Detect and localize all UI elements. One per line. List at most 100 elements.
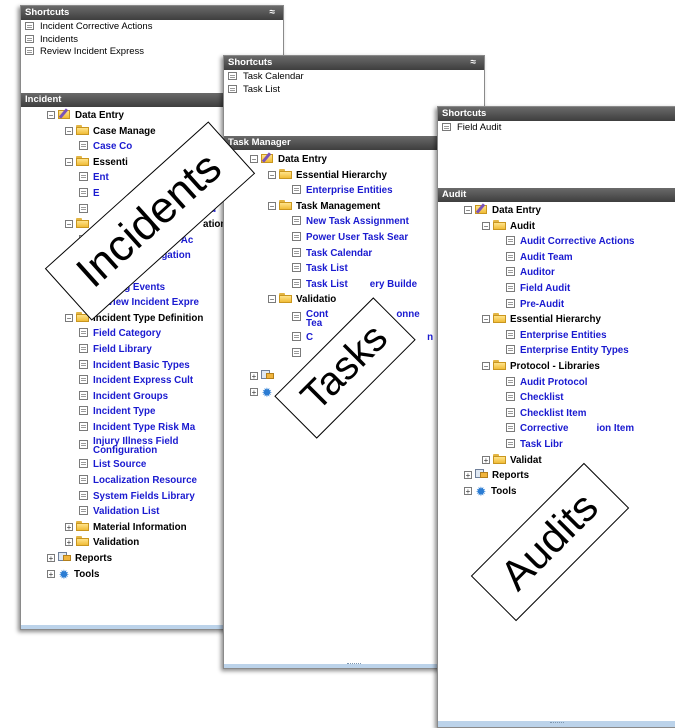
collapse-toggle-icon[interactable]: − <box>482 361 490 370</box>
tree-leaf[interactable]: Audit Protocol <box>438 375 675 391</box>
shortcuts-header[interactable]: Shortcuts ≈ <box>21 6 283 20</box>
leaf-link[interactable]: Task List <box>306 279 348 290</box>
tree-leaf[interactable]: Field Audit <box>438 281 675 297</box>
collapse-toggle-icon[interactable]: − <box>268 170 276 179</box>
shortcut-item[interactable]: Incident Corrective Actions <box>21 21 283 34</box>
tree-node-protocol-libraries[interactable]: − Protocol - Libraries <box>438 359 675 375</box>
leaf-link[interactable]: ery Builde <box>370 279 417 290</box>
collapse-icon[interactable]: ≈ <box>471 56 477 70</box>
leaf-link[interactable]: Task List <box>306 263 348 274</box>
leaf-link[interactable]: Checklist Item <box>520 408 586 419</box>
leaf-link[interactable]: Validation List <box>93 506 159 517</box>
tree-leaf[interactable]: Enterprise Entity Types <box>438 343 675 359</box>
node-label: Tools <box>491 485 517 497</box>
collapse-icon[interactable]: ≈ <box>270 6 276 20</box>
leaf-link[interactable]: Auditor <box>520 267 555 278</box>
expand-toggle-icon[interactable]: + <box>250 372 258 381</box>
expand-toggle-icon[interactable]: + <box>464 486 472 495</box>
leaf-link[interactable]: Checklist <box>520 392 564 403</box>
tree-leaf[interactable]: Corrective ion Item <box>438 421 675 437</box>
leaf-link[interactable]: Injury Illness Field Configuration <box>93 435 178 456</box>
leaf-link[interactable]: Enterprise Entity Types <box>520 345 629 356</box>
leaf-link[interactable]: System Fields Library <box>93 491 195 502</box>
leaf-link[interactable]: ion Item <box>596 423 634 434</box>
leaf-link[interactable]: Localization Resource <box>93 475 197 486</box>
shortcut-label: Task Calendar <box>243 71 304 82</box>
shortcuts-header[interactable]: Shortcuts <box>438 107 675 121</box>
tree-leaf[interactable]: Pre-Audit <box>438 297 675 313</box>
leaf-link[interactable]: Enterprise Entities <box>520 330 607 341</box>
tree-node-data-entry[interactable]: − Data Entry <box>438 203 675 219</box>
tree-leaf[interactable]: Checklist <box>438 390 675 406</box>
leaf-link[interactable]: Incident Express Cult <box>93 375 193 386</box>
document-icon <box>79 490 88 500</box>
leaf-link[interactable]: Incident Type <box>93 406 155 417</box>
document-icon <box>506 236 515 246</box>
leaf-link[interactable]: Incident Basic Types <box>93 360 190 371</box>
document-icon <box>506 407 515 417</box>
leaf-link[interactable]: Incident Groups <box>93 391 168 402</box>
resize-grip[interactable] <box>550 722 564 727</box>
leaf-link[interactable]: New Task Assignment <box>306 216 409 227</box>
tree-node-audit[interactable]: − Audit <box>438 219 675 235</box>
leaf-link[interactable]: Ent <box>93 172 109 183</box>
collapse-toggle-icon[interactable]: − <box>65 313 73 322</box>
resize-grip[interactable] <box>347 663 361 668</box>
shortcut-item[interactable]: Task List <box>224 84 484 97</box>
collapse-toggle-icon[interactable]: − <box>47 111 55 120</box>
leaf-link[interactable]: Power User Task Sear <box>306 232 408 243</box>
shortcuts-header[interactable]: Shortcuts ≈ <box>224 56 484 70</box>
leaf-link[interactable]: E <box>93 188 100 199</box>
leaf-link[interactable]: Field Audit <box>520 283 570 294</box>
collapse-toggle-icon[interactable]: − <box>65 157 73 166</box>
node-label: Audit <box>510 220 536 232</box>
audits-panel: Shortcuts Field Audit Audit − Data Entry … <box>437 106 675 728</box>
expand-toggle-icon[interactable]: + <box>47 569 55 578</box>
expand-toggle-icon[interactable]: + <box>65 538 73 547</box>
collapse-toggle-icon[interactable]: − <box>482 315 490 324</box>
leaf-link[interactable]: Field Library <box>93 344 152 355</box>
shortcut-item[interactable]: Task Calendar <box>224 71 484 84</box>
leaf-link[interactable]: C <box>306 332 313 343</box>
leaf-link[interactable]: Pre-Audit <box>520 299 564 310</box>
leaf-link[interactable]: Incident Type Risk Ma <box>93 422 195 433</box>
leaf-link[interactable]: Task Libr <box>520 439 563 450</box>
tree-leaf[interactable]: Enterprise Entities <box>438 328 675 344</box>
leaf-link[interactable]: Corrective <box>520 423 568 434</box>
leaf-link[interactable]: Audit Protocol <box>520 377 587 388</box>
shortcut-item[interactable]: Field Audit <box>438 122 675 135</box>
tree-leaf[interactable]: Audit Corrective Actions <box>438 234 675 250</box>
leaf-link[interactable]: List Source <box>93 459 146 470</box>
leaf-link[interactable]: Enterprise Entities <box>306 185 393 196</box>
collapse-toggle-icon[interactable]: − <box>268 295 276 304</box>
tree-node-essential-hierarchy[interactable]: − Essential Hierarchy <box>438 312 675 328</box>
expand-toggle-icon[interactable]: + <box>47 554 55 563</box>
leaf-link[interactable]: Task Calendar <box>306 248 372 259</box>
expand-toggle-icon[interactable]: + <box>482 455 490 464</box>
expand-toggle-icon[interactable]: + <box>464 471 472 480</box>
document-icon <box>228 72 237 80</box>
collapse-toggle-icon[interactable]: − <box>482 221 490 230</box>
leaf-link[interactable]: Case Co <box>93 141 132 152</box>
leaf-link[interactable]: Audit Corrective Actions <box>520 236 635 247</box>
tree-leaf[interactable]: Checklist Item <box>438 406 675 422</box>
tree-node-reports[interactable]: + Reports <box>438 468 675 484</box>
leaf-link[interactable]: n <box>427 332 433 343</box>
expand-toggle-icon[interactable]: + <box>250 387 258 396</box>
expand-toggle-icon[interactable]: + <box>65 522 73 531</box>
leaf-link[interactable]: Audit Team <box>520 252 573 263</box>
collapse-toggle-icon[interactable]: − <box>65 220 73 229</box>
collapse-toggle-icon[interactable]: − <box>250 155 258 164</box>
audit-tree-header[interactable]: Audit <box>438 188 675 202</box>
leaf-link[interactable]: Field Category <box>93 328 161 339</box>
document-icon <box>506 376 515 386</box>
collapse-toggle-icon[interactable]: − <box>268 201 276 210</box>
tree-leaf[interactable]: Audit Team <box>438 250 675 266</box>
tree-node-validation[interactable]: + Validat <box>438 453 675 469</box>
document-icon <box>228 84 237 93</box>
tree-leaf[interactable]: Auditor <box>438 265 675 281</box>
collapse-toggle-icon[interactable]: − <box>464 206 472 215</box>
shortcut-item[interactable]: Incidents <box>21 34 283 47</box>
collapse-toggle-icon[interactable]: − <box>65 126 73 135</box>
tree-leaf[interactable]: Task Libr <box>438 437 675 453</box>
